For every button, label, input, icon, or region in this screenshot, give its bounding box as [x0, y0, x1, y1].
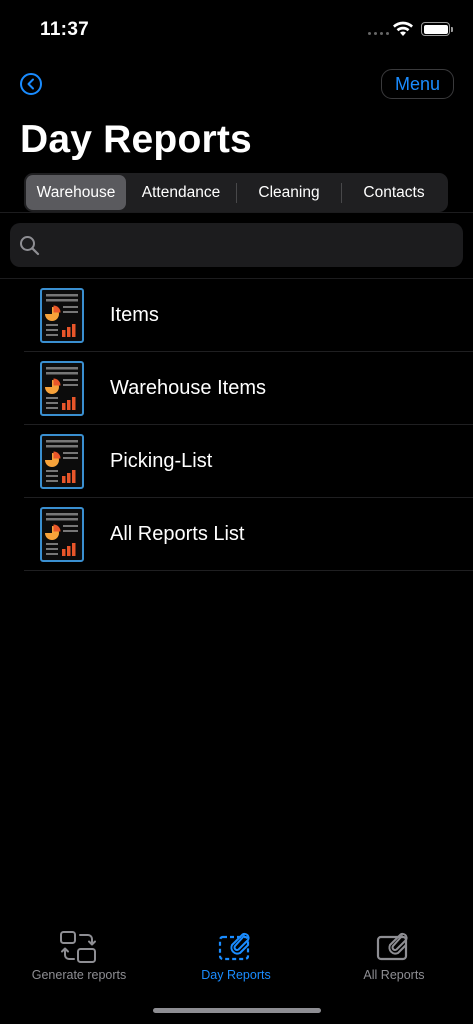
status-bar: 11:37 [0, 0, 473, 60]
battery-icon [421, 22, 453, 36]
back-button[interactable] [20, 73, 42, 95]
chevron-left-icon [27, 78, 34, 90]
report-document-icon [40, 361, 84, 416]
wifi-icon [393, 21, 413, 36]
day-reports-icon [218, 932, 250, 961]
tab-label: Generate reports [31, 968, 127, 982]
all-reports-icon [376, 932, 408, 961]
search-input[interactable] [50, 223, 450, 267]
segmented-control: Warehouse Attendance Cleaning Contacts [24, 173, 448, 212]
segment-contacts[interactable]: Contacts [342, 175, 446, 210]
divider [0, 212, 473, 213]
list-item-warehouse-items[interactable]: Warehouse Items [0, 352, 473, 425]
status-time: 11:37 [40, 19, 90, 40]
tab-label: Day Reports [201, 968, 271, 982]
list-item-all-reports-list[interactable]: All Reports List [0, 498, 473, 571]
segment-attendance[interactable]: Attendance [126, 175, 236, 210]
report-list: Items Warehouse Items Picking-List All R… [0, 279, 473, 571]
report-document-icon [40, 507, 84, 562]
list-item-label: Items [110, 304, 159, 326]
search-bar[interactable] [10, 223, 463, 267]
divider [24, 570, 473, 571]
signal-dots-icon [368, 32, 389, 35]
page-title: Day Reports [20, 118, 252, 161]
home-indicator[interactable] [153, 1008, 321, 1013]
segment-cleaning[interactable]: Cleaning [237, 175, 341, 210]
segment-warehouse[interactable]: Warehouse [26, 175, 126, 210]
list-item-label: All Reports List [110, 523, 245, 545]
tab-day-reports[interactable]: Day Reports [157, 920, 315, 990]
list-item-label: Picking-List [110, 450, 213, 472]
generate-reports-icon [60, 931, 96, 963]
menu-button[interactable]: Menu [381, 69, 454, 99]
tab-bar: Generate reports Day Reports All Reports [0, 920, 473, 990]
tab-generate-reports[interactable]: Generate reports [0, 920, 158, 990]
report-document-icon [40, 288, 84, 343]
search-icon [20, 236, 40, 256]
tab-label: All Reports [363, 968, 425, 982]
list-item-picking-list[interactable]: Picking-List [0, 425, 473, 498]
report-document-icon [40, 434, 84, 489]
list-item-items[interactable]: Items [0, 279, 473, 352]
list-item-label: Warehouse Items [110, 377, 266, 399]
tab-all-reports[interactable]: All Reports [315, 920, 473, 990]
